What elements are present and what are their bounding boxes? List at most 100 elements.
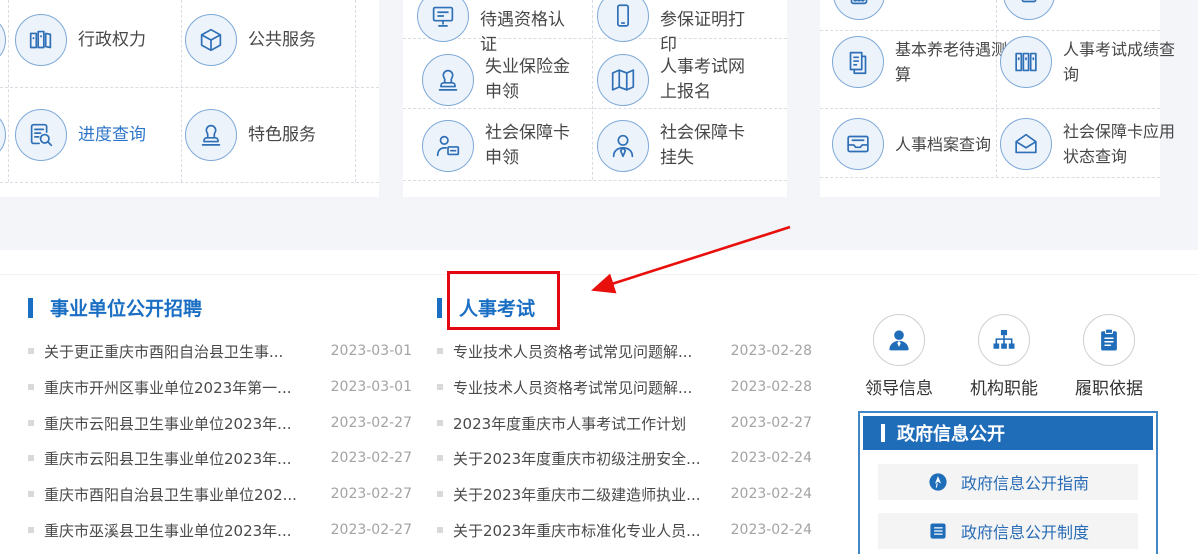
news-item[interactable]: 重庆市酉阳自治县卫生事业单位202... 2023-02-27 <box>28 483 412 505</box>
gov-info-rules-link[interactable]: 政府信息公开制度 <box>878 513 1138 549</box>
service-item-renshikaoshibaoming[interactable]: 人事考试网上报名 <box>597 54 756 106</box>
header-bar <box>28 298 33 318</box>
divider <box>355 0 356 182</box>
books-shelf-icon <box>1000 36 1052 88</box>
news-item-date: 2023-03-01 <box>331 343 412 359</box>
service-item-shebaoka-shenling[interactable]: 社会保障卡申领 <box>422 120 581 172</box>
documents-icon <box>832 36 884 88</box>
divider <box>820 30 1160 31</box>
bullet-icon <box>437 491 443 497</box>
service-label: 公共服务 <box>248 28 316 53</box>
news-item[interactable]: 重庆市开州区事业单位2023年第一... 2023-03-01 <box>28 376 412 398</box>
divider <box>403 108 787 109</box>
cut-service-icon <box>0 14 6 66</box>
quick-link-label: 机构职能 <box>954 374 1054 399</box>
cut-calculator-icon <box>833 0 885 20</box>
news-item-date: 2023-02-27 <box>331 450 412 466</box>
divider <box>8 0 9 182</box>
quick-link-lvzhiyiju[interactable]: 履职依据 <box>1059 314 1159 399</box>
map-icon <box>597 54 649 106</box>
person-tie-icon <box>597 120 649 172</box>
service-item-shiyebaoxianjin[interactable]: 失业保险金申领 <box>422 54 581 106</box>
service-label: 人事档案查询 <box>895 132 1011 157</box>
person-icon <box>873 314 925 366</box>
news-item-date: 2023-02-27 <box>331 522 412 538</box>
service-item-canbaozhengming[interactable]: 参保证明打印 <box>597 0 756 58</box>
portal-page: 行政权力 公共服务 进度查询 <box>0 0 1198 554</box>
service-label: 行政权力 <box>78 28 146 53</box>
compass-icon <box>927 471 949 493</box>
news-item-date: 2023-02-27 <box>331 486 412 502</box>
news-item[interactable]: 关于2023年重庆市标准化专业人员... 2023-02-24 <box>437 519 812 541</box>
news-item[interactable]: 专业技术人员资格考试常见问题解... 2023-02-28 <box>437 376 812 398</box>
quick-link-jigouzhineng[interactable]: 机构职能 <box>954 314 1054 399</box>
news-item[interactable]: 关于2023年度重庆市初级注册安全... 2023-02-24 <box>437 447 812 469</box>
service-card-middle: 待遇资格认证 参保证明打印 失业保险金申领 人事考试网上 <box>403 0 787 197</box>
service-label: 社会保障卡申领 <box>485 121 581 171</box>
envelope-icon <box>1000 118 1052 170</box>
gov-info-guide-link[interactable]: 政府信息公开指南 <box>878 464 1138 500</box>
news-item[interactable]: 2023年度重庆市人事考试工作计划 2023-02-27 <box>437 412 812 434</box>
clipboard-icon <box>1083 314 1135 366</box>
news-item-title: 2023年度重庆市人事考试工作计划 <box>453 413 686 434</box>
quick-link-label: 领导信息 <box>849 374 949 399</box>
service-item-daiyuzige[interactable]: 待遇资格认证 <box>417 0 576 58</box>
header-bar <box>437 298 442 318</box>
gov-info-link-label: 政府信息公开指南 <box>961 470 1089 494</box>
news-item[interactable]: 专业技术人员资格考试常见问题解... 2023-02-28 <box>437 340 812 362</box>
gov-info-link-label: 政府信息公开制度 <box>961 519 1089 543</box>
news-item[interactable]: 重庆市云阳县卫生事业单位2023年... 2023-02-27 <box>28 447 412 469</box>
news-item-date: 2023-02-24 <box>731 450 812 466</box>
service-card-right: 基本养老待遇测算 人事考试成绩查询 人事档案查询 社会保 <box>820 0 1160 197</box>
service-item-tesefuwu[interactable]: 特色服务 <box>185 109 316 161</box>
service-card-left: 行政权力 公共服务 进度查询 <box>0 0 379 197</box>
service-item-yanglaoceshuan[interactable]: 基本养老待遇测算 <box>832 36 1011 88</box>
service-item-xingzhengquanli[interactable]: 行政权力 <box>15 14 146 66</box>
service-item-gonggongfuwu[interactable]: 公共服务 <box>185 14 316 66</box>
header-bar <box>881 424 885 442</box>
archive-icon <box>832 118 884 170</box>
news-item-date: 2023-02-24 <box>731 522 812 538</box>
bullet-icon <box>28 527 34 533</box>
service-label: 社会保障卡挂失 <box>660 121 756 171</box>
quick-link-lingdaoxinxi[interactable]: 领导信息 <box>849 314 949 399</box>
bullet-icon <box>28 348 34 354</box>
news-item-date: 2023-03-01 <box>331 379 412 395</box>
service-item-jinduchaxun[interactable]: 进度查询 <box>15 109 146 161</box>
bullet-icon <box>437 348 443 354</box>
divider <box>592 0 593 180</box>
bullet-icon <box>437 384 443 390</box>
gov-info-panel-title: 政府信息公开 <box>897 420 1005 446</box>
service-label: 失业保险金申领 <box>485 55 581 105</box>
divider <box>820 108 1160 109</box>
bullet-icon <box>437 455 443 461</box>
divider <box>820 177 1160 178</box>
divider <box>0 274 1198 275</box>
news-item[interactable]: 重庆市云阳县卫生事业单位2023年... 2023-02-27 <box>28 412 412 434</box>
news-item-title: 重庆市酉阳自治县卫生事业单位202... <box>44 484 297 505</box>
divider <box>181 0 182 182</box>
recruitment-header: 事业单位公开招聘 <box>28 294 202 321</box>
news-item-title: 专业技术人员资格考试常见问题解... <box>453 341 692 362</box>
phone-icon <box>597 0 649 42</box>
service-label: 参保证明打印 <box>660 8 756 58</box>
service-item-shebaoka-guashi[interactable]: 社会保障卡挂失 <box>597 120 756 172</box>
news-item[interactable]: 重庆市巫溪县卫生事业单位2023年... 2023-02-27 <box>28 519 412 541</box>
service-item-kaoshichengji[interactable]: 人事考试成绩查询 <box>1000 36 1179 88</box>
news-item[interactable]: 关于更正重庆市酉阳自治县卫生事... 2023-03-01 <box>28 340 412 362</box>
cut-document-icon <box>1003 0 1055 20</box>
document-list-icon <box>927 520 949 542</box>
service-item-dangan-chaxun[interactable]: 人事档案查询 <box>832 118 1011 170</box>
news-item-title: 关于更正重庆市酉阳自治县卫生事... <box>44 341 283 362</box>
news-item-date: 2023-02-24 <box>731 486 812 502</box>
news-item[interactable]: 关于2023年重庆市二级建造师执业... 2023-02-24 <box>437 483 812 505</box>
cube-icon <box>185 14 237 66</box>
service-item-shebaoka-zhuangtai[interactable]: 社会保障卡应用状态查询 <box>1000 118 1179 170</box>
service-label: 特色服务 <box>248 123 316 148</box>
gov-info-panel-header: 政府信息公开 <box>863 416 1153 450</box>
news-item-title: 专业技术人员资格考试常见问题解... <box>453 377 692 398</box>
news-item-date: 2023-02-28 <box>731 343 812 359</box>
news-item-title: 关于2023年度重庆市初级注册安全... <box>453 448 700 469</box>
bullet-icon <box>28 455 34 461</box>
news-item-date: 2023-02-28 <box>731 379 812 395</box>
